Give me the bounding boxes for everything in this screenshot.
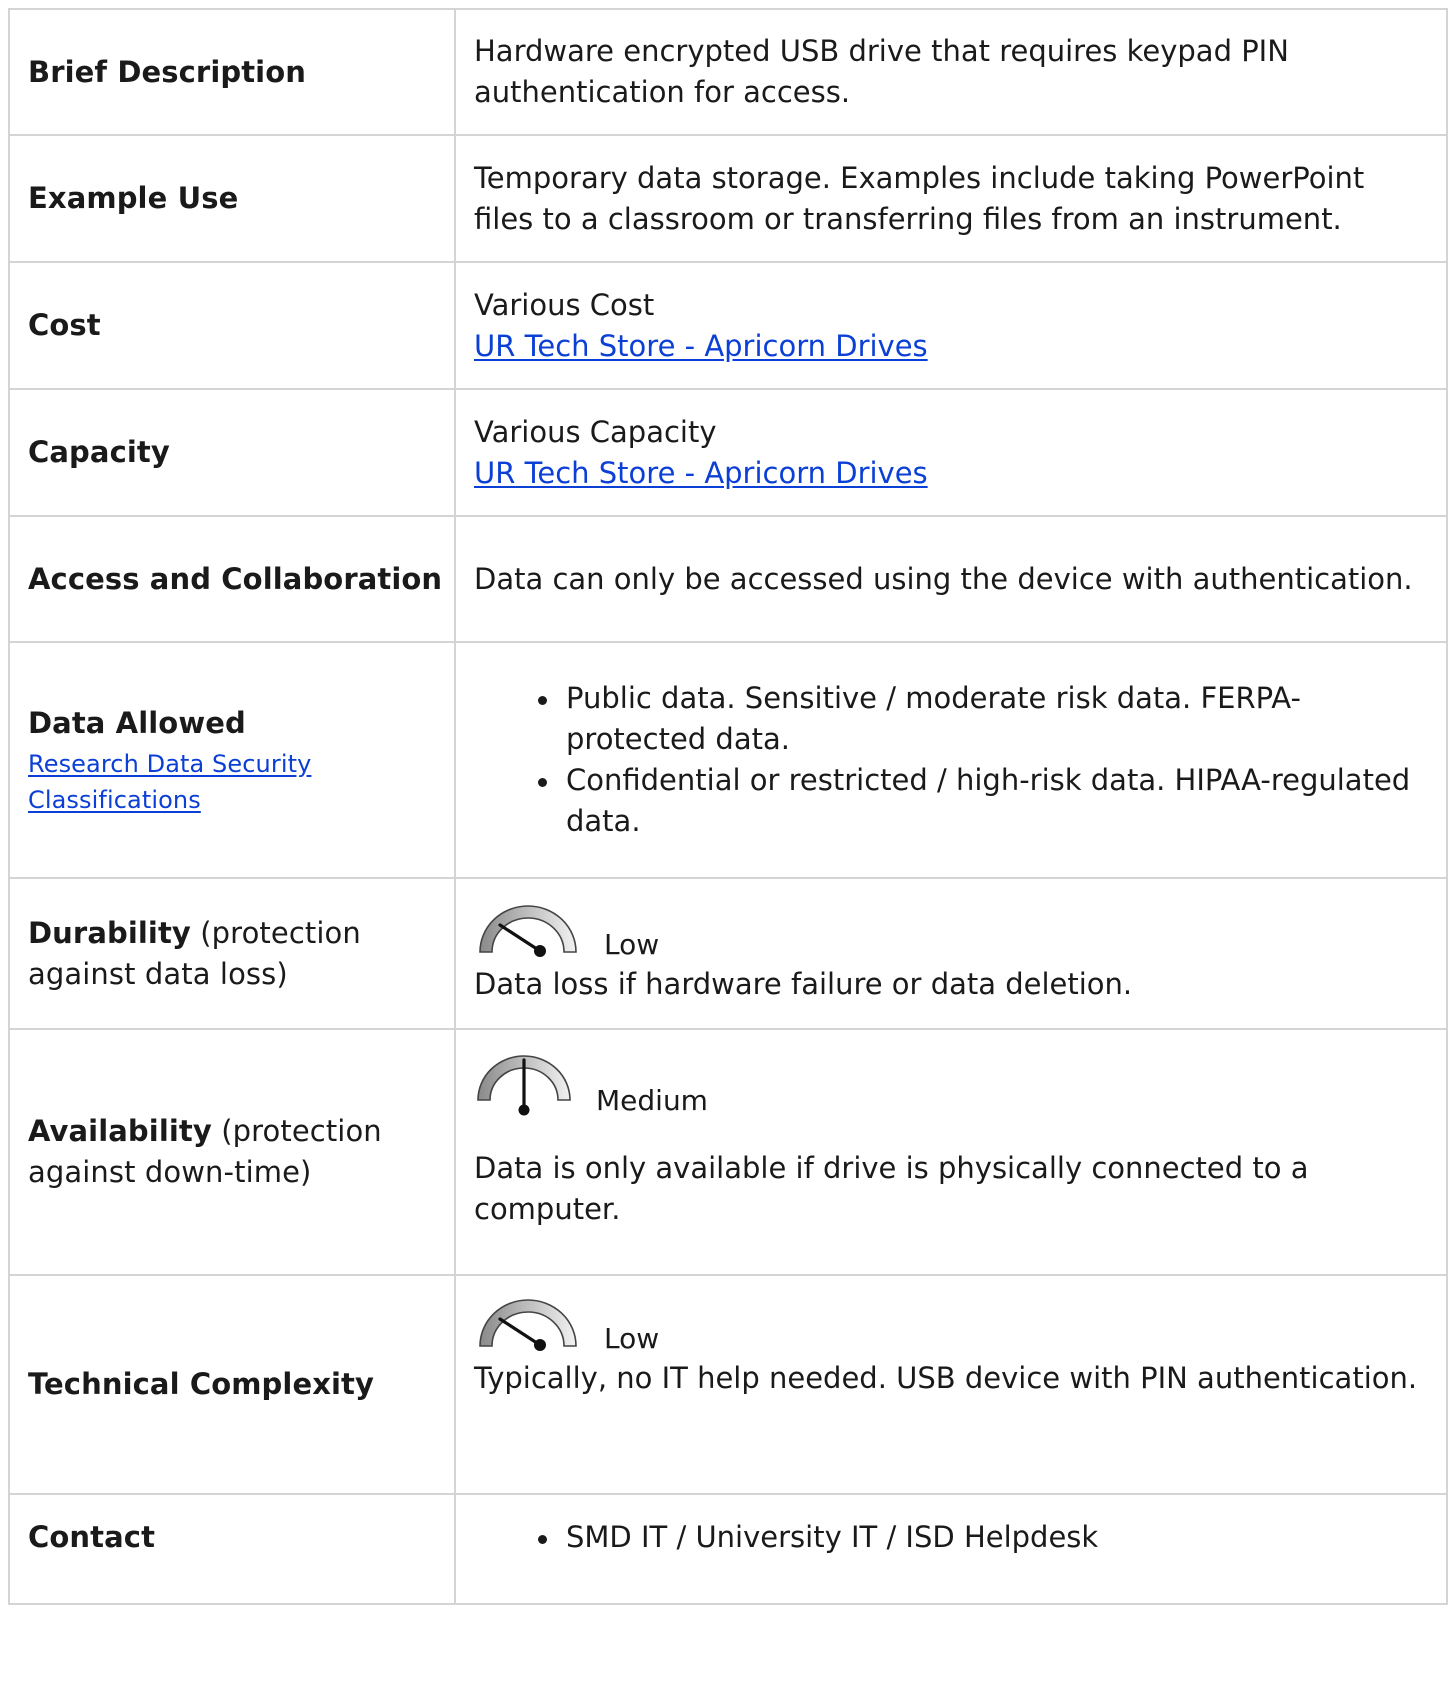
value-durability: Low Data loss if hardware failure or dat… [454, 877, 1448, 1030]
label-capacity: Capacity [8, 388, 456, 517]
label-data-allowed: Data Allowed [28, 705, 246, 740]
row-capacity: Capacity Various Capacity UR Tech Store … [8, 388, 1448, 517]
durability-level: Low [604, 928, 660, 961]
value-example-use: Temporary data storage. Examples include… [454, 134, 1448, 263]
value-capacity: Various Capacity UR Tech Store - Apricor… [454, 388, 1448, 517]
row-availability: Availability (protection against down-ti… [8, 1028, 1448, 1276]
value-brief-description: Hardware encrypted USB drive that requir… [454, 8, 1448, 136]
label-brief-description: Brief Description [8, 8, 456, 136]
availability-level: Medium [596, 1084, 708, 1117]
cost-store-link[interactable]: UR Tech Store - Apricorn Drives [474, 329, 928, 363]
capacity-text: Various Capacity [474, 414, 717, 449]
data-security-classifications-link[interactable]: Research Data Security Classifications [28, 746, 444, 818]
capacity-store-link[interactable]: UR Tech Store - Apricorn Drives [474, 456, 928, 490]
row-data-allowed: Data Allowed Research Data Security Clas… [8, 641, 1448, 879]
value-cost: Various Cost UR Tech Store - Apricorn Dr… [454, 261, 1448, 390]
label-contact: Contact [8, 1493, 456, 1605]
label-technical-complexity: Technical Complexity [8, 1274, 456, 1495]
label-durability-cell: Durability (protection against data loss… [8, 877, 456, 1030]
label-access-collaboration: Access and Collaboration [8, 515, 456, 643]
row-cost: Cost Various Cost UR Tech Store - Aprico… [8, 261, 1448, 390]
list-item: Public data. Sensitive / moderate risk d… [538, 678, 1428, 760]
row-durability: Durability (protection against data loss… [8, 877, 1448, 1030]
value-technical-complexity: Low Typically, no IT help needed. USB de… [454, 1274, 1448, 1495]
row-access-collaboration: Access and Collaboration Data can only b… [8, 515, 1448, 643]
gauge-low-icon [479, 905, 577, 957]
gauge-low-icon [479, 1299, 577, 1351]
label-availability: Availability [28, 1114, 212, 1148]
complexity-text: Typically, no IT help needed. USB device… [474, 1361, 1418, 1395]
row-example-use: Example Use Temporary data storage. Exam… [8, 134, 1448, 263]
value-contact: SMD IT / University IT / ISD Helpdesk [454, 1493, 1448, 1605]
value-data-allowed: Public data. Sensitive / moderate risk d… [454, 641, 1448, 879]
row-technical-complexity: Technical Complexity Low Typically, no I… [8, 1274, 1448, 1495]
row-contact: Contact SMD IT / University IT / ISD Hel… [8, 1493, 1448, 1605]
complexity-level: Low [604, 1322, 660, 1355]
value-availability: Medium Data is only available if drive i… [454, 1028, 1448, 1276]
gauge-medium-icon [477, 1055, 571, 1116]
cost-text: Various Cost [474, 287, 655, 322]
row-brief-description: Brief Description Hardware encrypted USB… [8, 8, 1448, 136]
complexity-gauge-line: Low [474, 1296, 1428, 1356]
list-item: SMD IT / University IT / ISD Helpdesk [538, 1517, 1428, 1558]
label-example-use: Example Use [8, 134, 456, 263]
storage-option-sheet: Brief Description Hardware encrypted USB… [8, 8, 1448, 1605]
availability-text: Data is only available if drive is physi… [474, 1151, 1309, 1226]
durability-gauge-line: Low [474, 902, 1428, 962]
label-availability-cell: Availability (protection against down-ti… [8, 1028, 456, 1276]
data-allowed-list: Public data. Sensitive / moderate risk d… [474, 678, 1428, 842]
storage-spec-table: Brief Description Hardware encrypted USB… [8, 8, 1448, 1605]
label-data-allowed-cell: Data Allowed Research Data Security Clas… [8, 641, 456, 879]
list-item: Confidential or restricted / high-risk d… [538, 760, 1428, 842]
durability-text: Data loss if hardware failure or data de… [474, 967, 1133, 1001]
label-durability: Durability [28, 915, 191, 950]
value-access-collaboration: Data can only be accessed using the devi… [454, 515, 1448, 643]
contact-list: SMD IT / University IT / ISD Helpdesk [474, 1517, 1428, 1558]
label-cost: Cost [8, 261, 456, 390]
availability-gauge-line: Medium [474, 1052, 1428, 1120]
